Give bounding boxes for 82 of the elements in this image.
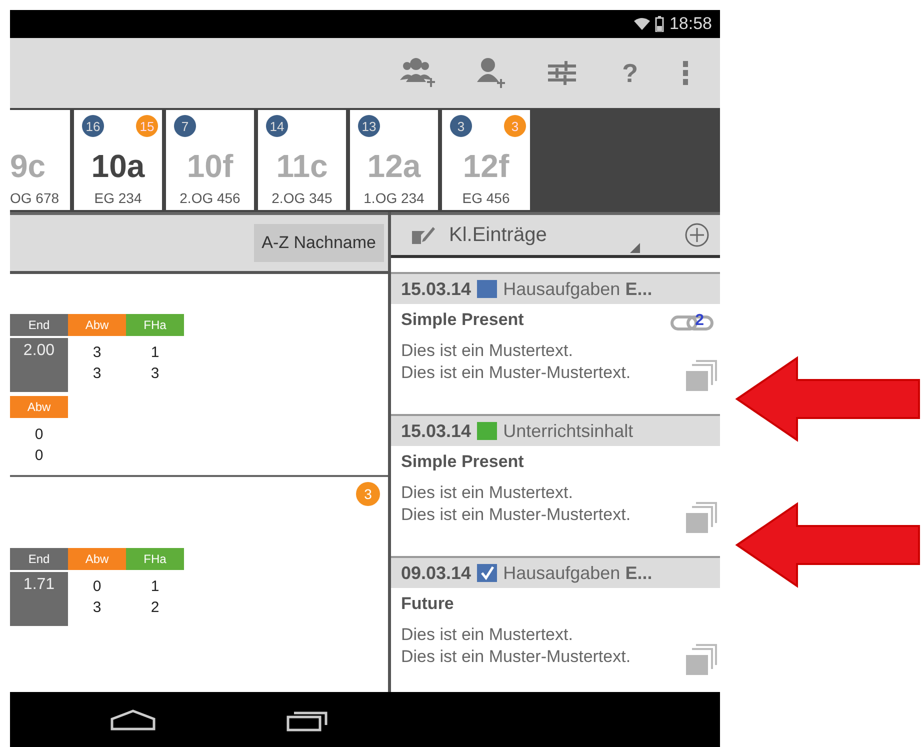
grade-value: 1.71 <box>10 572 68 626</box>
class-name: 11c <box>276 148 328 184</box>
entry-text: Dies ist ein Muster-Mustertext. <box>401 362 631 384</box>
class-name: 10a <box>91 148 145 184</box>
wifi-icon <box>634 17 650 31</box>
count-badge: 7 <box>174 115 196 137</box>
copy-icon[interactable] <box>684 359 718 393</box>
student-card[interactable]: 3 End 1.71 Abw 0 3 FHa 1 2 <box>10 477 388 692</box>
entry-title: Future <box>401 594 454 614</box>
clock-time: 18:58 <box>669 14 712 34</box>
entry-header[interactable]: 15.03.14 Unterrichtsinhalt <box>391 416 720 446</box>
stat-header: End <box>10 314 68 336</box>
class-tab[interactable]: 7 10f 2.OG 456 <box>166 110 254 210</box>
class-name: 12a <box>367 148 421 184</box>
entry-title: Simple Present <box>401 452 524 472</box>
room-label: 2.OG 456 <box>180 190 240 206</box>
class-tab[interactable]: 3 3 12f EG 456 <box>442 110 530 210</box>
stat-value: 0 <box>34 425 44 445</box>
room-label: OG 678 <box>10 190 60 206</box>
stat-value: 0 <box>92 577 102 597</box>
count-badge: 16 <box>82 115 104 137</box>
stat-value: 0 <box>34 446 44 466</box>
count-badge: 14 <box>266 115 288 137</box>
count-badge: 3 <box>356 482 380 506</box>
entry-text: Dies ist ein Mustertext. <box>401 340 573 362</box>
sort-button[interactable]: A-Z Nachname <box>254 224 384 262</box>
class-name: 12f <box>462 148 510 184</box>
stat-value: 1 <box>150 577 160 597</box>
grade-value: 2.00 <box>10 338 68 392</box>
alert-badge: 3 <box>504 115 526 137</box>
stat-header: FHa <box>126 314 184 336</box>
copy-icon[interactable] <box>684 643 718 677</box>
entry-text: Dies ist ein Muster-Mustertext. <box>401 504 631 526</box>
class-name: 10f <box>186 148 234 184</box>
student-card[interactable]: End 2.00 Abw 3 3 FHa 1 3 Abw 0 0 <box>10 274 388 477</box>
stat-header: Abw <box>68 548 126 570</box>
entry-text: Dies ist ein Muster-Mustertext. <box>401 646 631 668</box>
group-add-icon[interactable] <box>398 56 436 90</box>
class-tab[interactable]: 16 15 10a EG 234 <box>74 110 162 210</box>
stat-value: 3 <box>92 343 102 363</box>
room-label: 1.OG 234 <box>364 190 424 206</box>
battery-icon <box>655 16 664 32</box>
sliders-icon[interactable] <box>546 58 578 88</box>
class-tab[interactable]: 13 12a 1.OG 234 <box>350 110 438 210</box>
alert-badge: 15 <box>136 115 158 137</box>
room-label: EG 456 <box>462 190 510 206</box>
room-label: 2.OG 345 <box>272 190 332 206</box>
entry-header[interactable]: 15.03.14 Hausaufgaben E... <box>391 274 720 304</box>
copy-icon[interactable] <box>684 501 718 535</box>
dropdown-corner-icon <box>630 243 640 253</box>
stat-value: 3 <box>92 364 102 384</box>
entry-text: Dies ist ein Mustertext. <box>401 482 573 504</box>
stat-value: 3 <box>150 364 160 384</box>
add-icon[interactable] <box>684 222 710 248</box>
class-name: 9c <box>10 148 46 184</box>
overflow-menu-icon[interactable] <box>682 59 690 87</box>
count-badge: 3 <box>450 115 472 137</box>
edit-icon[interactable] <box>411 225 435 245</box>
stat-header: FHa <box>126 548 184 570</box>
entry-date: 09.03.14 <box>401 562 472 584</box>
person-add-icon[interactable] <box>476 56 506 90</box>
stat-value: 1 <box>150 343 160 363</box>
class-tab[interactable]: 9c OG 678 <box>10 110 70 210</box>
entry-header[interactable]: 09.03.14 Hausaufgaben E... <box>391 558 720 588</box>
room-label: EG 234 <box>94 190 142 206</box>
class-tab[interactable]: 14 11c 2.OG 345 <box>258 110 346 210</box>
stat-header: End <box>10 548 68 570</box>
stat-value: 2 <box>150 598 160 618</box>
entry-category: Hausaufgaben E... <box>503 562 652 584</box>
entry-date: 15.03.14 <box>401 278 472 300</box>
entry-category: Hausaufgaben E... <box>503 278 652 300</box>
entry-category: Unterrichtsinhalt <box>503 420 634 442</box>
stat-header: Abw <box>68 314 126 336</box>
stat-value: 3 <box>92 598 102 618</box>
link-count: 2 <box>695 312 704 330</box>
entry-title: Simple Present <box>401 310 524 330</box>
home-icon[interactable] <box>110 708 156 730</box>
stat-header: Abw <box>10 396 68 418</box>
link-icon <box>670 314 714 332</box>
entry-text: Dies ist ein Mustertext. <box>401 624 573 646</box>
entry-date: 15.03.14 <box>401 420 472 442</box>
count-badge: 13 <box>358 115 380 137</box>
